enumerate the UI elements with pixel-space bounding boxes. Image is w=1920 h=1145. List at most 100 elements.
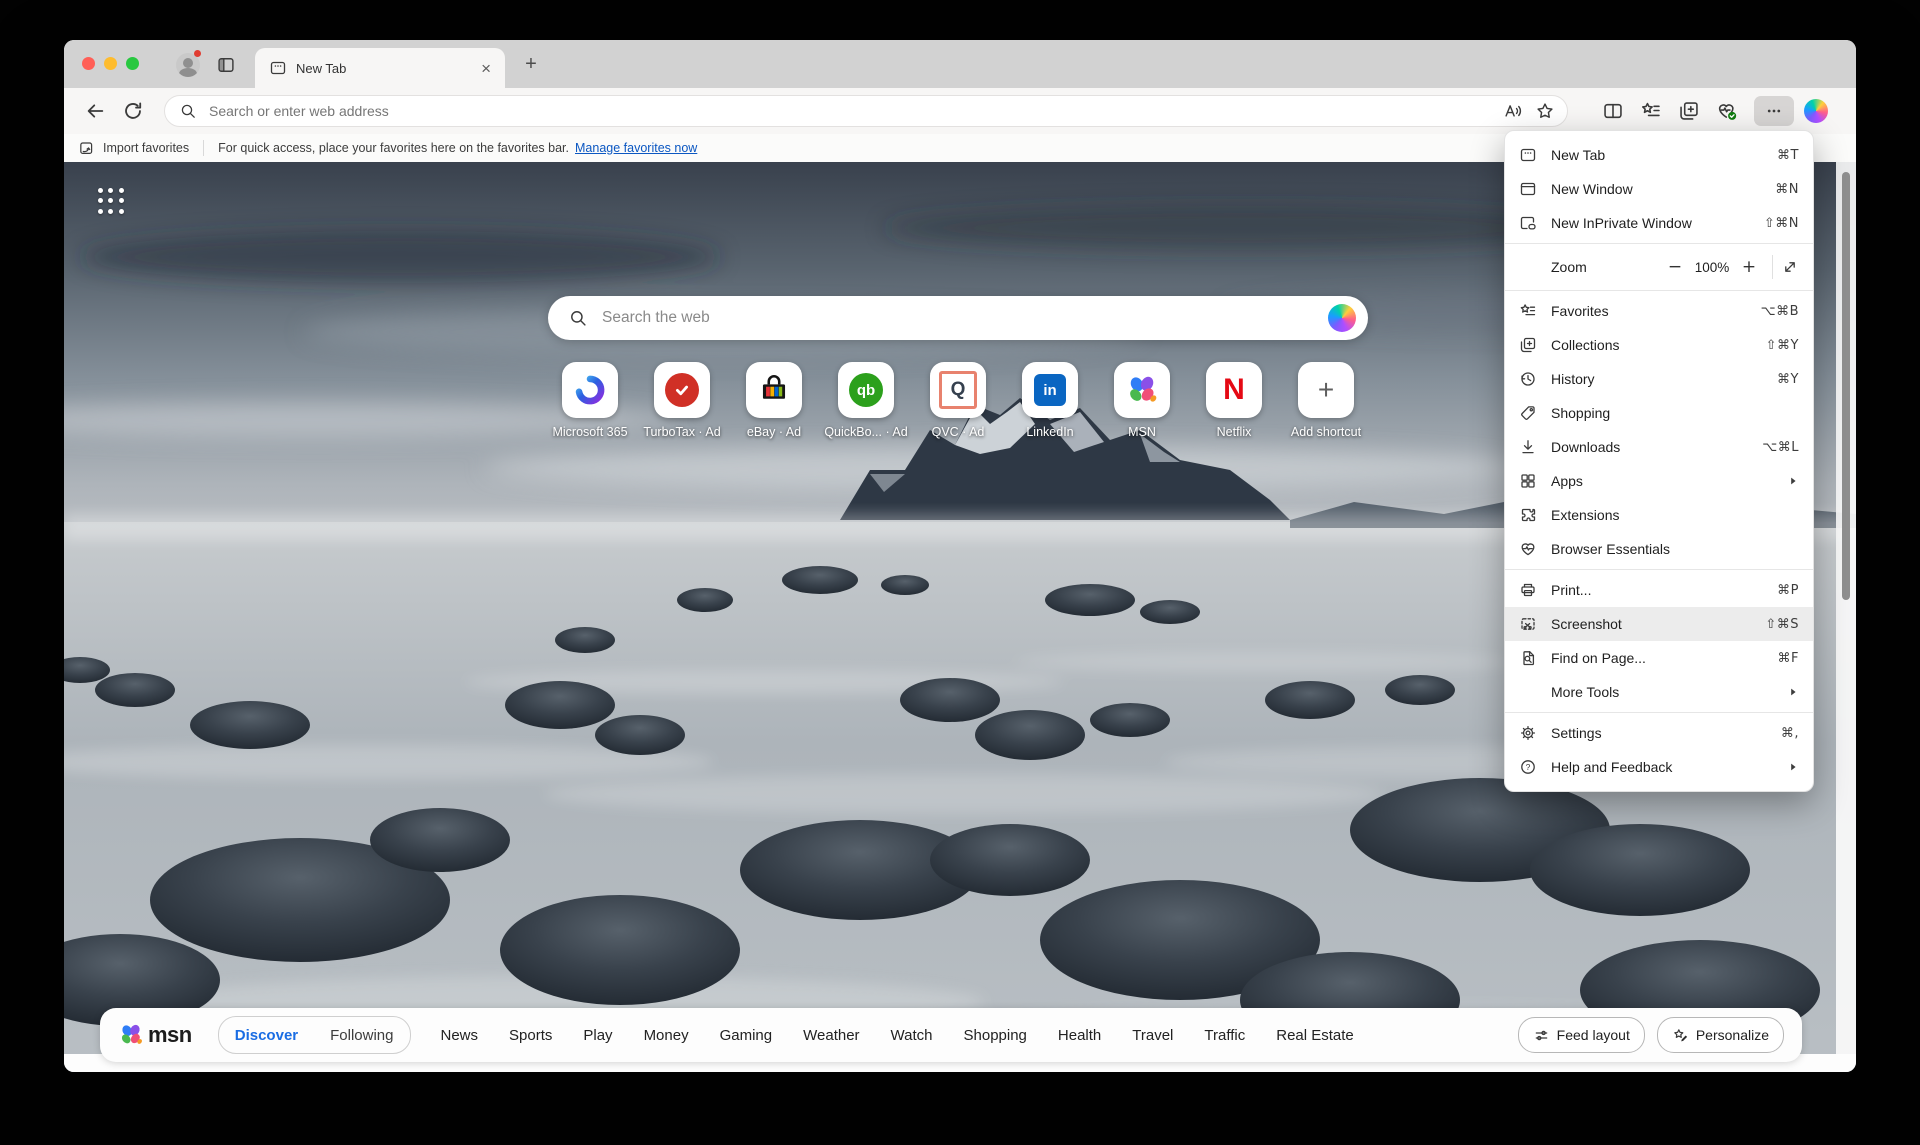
nav-sports[interactable]: Sports [509, 1027, 552, 1044]
split-screen-icon[interactable] [1602, 100, 1624, 122]
browser-essentials-icon [1519, 540, 1537, 558]
menu-item-browser-essentials[interactable]: Browser Essentials [1505, 532, 1813, 566]
manage-favorites-link[interactable]: Manage favorites now [575, 141, 697, 155]
menu-item-new-tab[interactable]: New Tab ⌘T [1505, 138, 1813, 172]
refresh-icon[interactable] [122, 100, 144, 122]
fullscreen-icon[interactable] [1781, 258, 1799, 276]
feed-tabs: Discover Following [218, 1016, 411, 1054]
menu-item-shopping[interactable]: Shopping [1505, 396, 1813, 430]
back-icon[interactable] [84, 100, 106, 122]
nav-shopping[interactable]: Shopping [964, 1027, 1027, 1044]
read-aloud-icon[interactable] [1503, 101, 1523, 121]
zoom-level: 100% [1688, 260, 1736, 275]
msn-feed-bar: msn Discover Following News Sports Play … [100, 1008, 1802, 1062]
shortcut-add[interactable]: + Add shortcut [1281, 362, 1371, 439]
favorite-star-icon[interactable] [1535, 101, 1555, 121]
submenu-arrow-icon [1787, 761, 1799, 773]
nav-gaming[interactable]: Gaming [720, 1027, 773, 1044]
nav-traffic[interactable]: Traffic [1204, 1027, 1245, 1044]
settings-and-more-menu: New Tab ⌘T New Window ⌘N New InPrivate W… [1504, 130, 1814, 792]
new-tab-button[interactable]: + [519, 53, 543, 77]
new-tab-icon [1519, 146, 1537, 164]
shortcut-qvc[interactable]: Q QVC · Ad [913, 362, 1003, 439]
macos-close-button[interactable] [82, 57, 95, 70]
feed-layout-button[interactable]: Feed layout [1518, 1017, 1645, 1053]
menu-item-downloads[interactable]: Downloads ⌥⌘L [1505, 430, 1813, 464]
shortcut-quickbooks[interactable]: qb QuickBo... · Ad [821, 362, 911, 439]
menu-item-zoom: Zoom − 100% + [1505, 247, 1813, 287]
shortcut-microsoft-365[interactable]: Microsoft 365 [545, 362, 635, 439]
shortcut-netflix[interactable]: N Netflix [1189, 362, 1279, 439]
menu-item-apps[interactable]: Apps [1505, 464, 1813, 498]
menu-item-new-inprivate-window[interactable]: New InPrivate Window ⇧⌘N [1505, 206, 1813, 240]
tab-close-icon[interactable]: × [477, 60, 495, 77]
nav-travel[interactable]: Travel [1132, 1027, 1173, 1044]
menu-item-help-and-feedback[interactable]: Help and Feedback [1505, 750, 1813, 784]
downloads-icon [1519, 438, 1537, 456]
settings-icon [1519, 724, 1537, 742]
nav-play[interactable]: Play [583, 1027, 612, 1044]
collections-icon [1519, 336, 1537, 354]
plus-icon: + [1318, 374, 1334, 406]
microsoft-365-icon [572, 372, 608, 408]
msn-nav-links: News Sports Play Money Gaming Weather Wa… [441, 1027, 1354, 1044]
menu-item-history[interactable]: History ⌘Y [1505, 362, 1813, 396]
favorites-icon[interactable] [1640, 100, 1662, 122]
linkedin-icon: in [1034, 374, 1066, 406]
shortcut-msn[interactable]: MSN [1097, 362, 1187, 439]
browser-essentials-icon[interactable] [1716, 100, 1738, 122]
copilot-icon[interactable] [1328, 304, 1356, 332]
collections-icon[interactable] [1678, 100, 1700, 122]
scrollbar-thumb[interactable] [1842, 172, 1850, 600]
screenshot-icon [1519, 615, 1537, 633]
shortcut-linkedin[interactable]: in LinkedIn [1005, 362, 1095, 439]
apps-launcher-icon[interactable] [98, 188, 125, 215]
menu-item-extensions[interactable]: Extensions [1505, 498, 1813, 532]
nav-money[interactable]: Money [644, 1027, 689, 1044]
menu-divider [1505, 290, 1813, 291]
nav-real-estate[interactable]: Real Estate [1276, 1027, 1354, 1044]
tab-new-tab[interactable]: New Tab × [255, 48, 505, 88]
nav-health[interactable]: Health [1058, 1027, 1101, 1044]
favorites-icon [1519, 302, 1537, 320]
personalize-icon [1672, 1027, 1689, 1044]
shortcut-turbotax[interactable]: TurboTax · Ad [637, 362, 727, 439]
menu-item-settings[interactable]: Settings ⌘, [1505, 716, 1813, 750]
tab-overview-icon[interactable] [216, 55, 236, 75]
shortcut-ebay[interactable]: eBay · Ad [729, 362, 819, 439]
menu-divider [1505, 712, 1813, 713]
menu-item-print[interactable]: Print... ⌘P [1505, 573, 1813, 607]
tab-discover[interactable]: Discover [219, 1027, 314, 1044]
web-search-bar[interactable] [548, 296, 1368, 340]
ebay-icon [757, 373, 791, 407]
macos-minimize-button[interactable] [104, 57, 117, 70]
menu-divider [1505, 569, 1813, 570]
personalize-button[interactable]: Personalize [1657, 1017, 1784, 1053]
help-icon [1519, 758, 1537, 776]
menu-item-screenshot[interactable]: Screenshot ⇧⌘S [1505, 607, 1813, 641]
msn-logo[interactable]: msn [118, 1022, 192, 1048]
web-search-input[interactable] [600, 308, 1328, 328]
apps-icon [1519, 472, 1537, 490]
address-bar[interactable] [164, 95, 1568, 127]
menu-item-new-window[interactable]: New Window ⌘N [1505, 172, 1813, 206]
import-favorites-label[interactable]: Import favorites [103, 141, 189, 155]
zoom-in-button[interactable]: + [1736, 254, 1762, 280]
nav-weather[interactable]: Weather [803, 1027, 859, 1044]
import-favorites-icon[interactable] [78, 140, 95, 157]
menu-item-favorites[interactable]: Favorites ⌥⌘B [1505, 294, 1813, 328]
nav-watch[interactable]: Watch [891, 1027, 933, 1044]
address-input[interactable] [207, 102, 1503, 120]
submenu-arrow-icon [1787, 475, 1799, 487]
menu-item-more-tools[interactable]: More Tools [1505, 675, 1813, 709]
macos-zoom-button[interactable] [126, 57, 139, 70]
profile-notification-dot [194, 50, 201, 57]
feed-layout-icon [1533, 1027, 1550, 1044]
zoom-out-button[interactable]: − [1662, 254, 1688, 280]
menu-item-find-on-page[interactable]: Find on Page... ⌘F [1505, 641, 1813, 675]
tab-following[interactable]: Following [314, 1027, 409, 1044]
copilot-icon[interactable] [1804, 99, 1828, 123]
settings-and-more-button[interactable] [1754, 96, 1794, 126]
nav-news[interactable]: News [441, 1027, 479, 1044]
menu-item-collections[interactable]: Collections ⇧⌘Y [1505, 328, 1813, 362]
